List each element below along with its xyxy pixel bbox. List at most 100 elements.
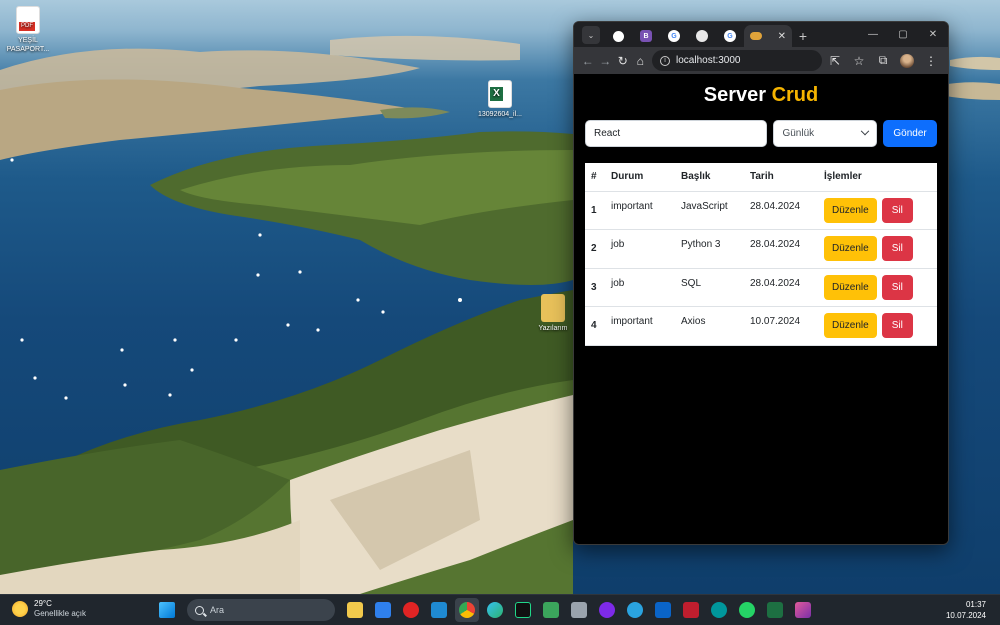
- bootstrap-icon: B: [640, 30, 652, 42]
- table-row: 1 important JavaScript 28.04.2024 Düzenl…: [585, 191, 937, 230]
- title-main: Server: [703, 84, 767, 106]
- bookmark-star-icon[interactable]: ☆: [848, 50, 870, 72]
- page-title: Server Crud: [585, 74, 937, 120]
- row-date: 28.04.2024: [744, 191, 818, 230]
- react-app-icon: [750, 32, 762, 40]
- forward-button[interactable]: →: [598, 50, 614, 72]
- chatgpt-icon: [696, 30, 708, 42]
- tab-search-button[interactable]: ⌄: [582, 26, 600, 44]
- browser-window: ⌄ B G G ✕ + — ▢ ✕ ← → ↻ ⌂ i localhost:30…: [573, 21, 949, 545]
- desktop-icon-pdf[interactable]: YEŞİL PASAPORT...: [0, 6, 56, 54]
- submit-button[interactable]: Gönder: [883, 120, 937, 147]
- desktop-icon-label: YEŞİL PASAPORT...: [6, 37, 50, 53]
- back-button[interactable]: ←: [580, 50, 596, 72]
- delete-button[interactable]: Sil: [881, 274, 913, 300]
- home-button[interactable]: ⌂: [633, 50, 649, 72]
- excel-icon: [488, 80, 512, 108]
- edit-button[interactable]: Düzenle: [824, 274, 877, 300]
- todo-table: # Durum Başlık Tarih İşlemler 1 importan…: [585, 163, 937, 346]
- taskbar-app-green[interactable]: [539, 598, 563, 622]
- table-row: 2 job Python 3 28.04.2024 Düzenle Sil: [585, 229, 937, 269]
- extensions-icon[interactable]: ⧉: [872, 50, 894, 72]
- whatsapp-icon: [739, 602, 755, 618]
- desktop-icon-excel[interactable]: 13092604_il...: [472, 80, 528, 119]
- github-icon: [612, 30, 624, 42]
- row-actions: Düzenle Sil: [818, 229, 937, 269]
- taskbar-filezilla[interactable]: [679, 598, 703, 622]
- system-clock[interactable]: 01:37 10.07.2024: [946, 599, 986, 621]
- table-row: 4 important Axios 10.07.2024 Düzenle Sil: [585, 306, 937, 346]
- taskbar-explorer[interactable]: [343, 598, 367, 622]
- tab-active-localhost[interactable]: ✕: [744, 25, 792, 47]
- taskbar-pycharm[interactable]: [511, 598, 535, 622]
- row-actions: Düzenle Sil: [818, 191, 937, 230]
- weather-widget[interactable]: 29°C Genellikle açık: [12, 599, 86, 619]
- chat-app-icon: [543, 602, 559, 618]
- taskbar-opera[interactable]: [399, 598, 423, 622]
- taskbar-powerapps[interactable]: [791, 598, 815, 622]
- title-accent: Crud: [771, 84, 819, 106]
- store-icon: [375, 602, 391, 618]
- taskbar-search[interactable]: Ara: [187, 599, 335, 621]
- reload-button[interactable]: ↻: [615, 50, 631, 72]
- menu-kebab-icon[interactable]: ⋮: [920, 50, 942, 72]
- maximize-button[interactable]: ▢: [888, 22, 918, 47]
- taskbar-canva[interactable]: [595, 598, 619, 622]
- row-title: Python 3: [675, 229, 744, 269]
- tab-close-icon[interactable]: ✕: [778, 31, 786, 42]
- address-bar[interactable]: i localhost:3000: [652, 50, 822, 71]
- status-select[interactable]: Günlük: [773, 120, 878, 147]
- taskbar-outlook[interactable]: [651, 598, 675, 622]
- chevron-down-icon: [860, 126, 870, 135]
- table-row: 3 job SQL 28.04.2024 Düzenle Sil: [585, 268, 937, 307]
- site-info-icon[interactable]: i: [660, 55, 670, 66]
- delete-button[interactable]: Sil: [881, 236, 913, 262]
- col-header-status: Durum: [605, 163, 675, 192]
- taskbar-database[interactable]: [567, 598, 591, 622]
- col-header-id: #: [585, 163, 605, 192]
- tab-google-2[interactable]: G: [716, 25, 744, 47]
- taskbar-store[interactable]: [371, 598, 395, 622]
- delete-button[interactable]: Sil: [881, 197, 913, 223]
- minimize-button[interactable]: —: [858, 22, 888, 47]
- google-icon: G: [668, 30, 680, 42]
- taskbar-excel[interactable]: [763, 598, 787, 622]
- taskbar-arduino[interactable]: [707, 598, 731, 622]
- row-date: 10.07.2024: [744, 306, 818, 346]
- tab-google-1[interactable]: G: [660, 25, 688, 47]
- taskbar-whatsapp[interactable]: [735, 598, 759, 622]
- edit-button[interactable]: Düzenle: [824, 197, 877, 223]
- tab-github[interactable]: [604, 25, 632, 47]
- tab-strip: ⌄ B G G ✕ +: [574, 22, 814, 47]
- tab-chatgpt[interactable]: [688, 25, 716, 47]
- pycharm-icon: [515, 602, 531, 618]
- power-apps-icon: [795, 602, 811, 618]
- title-input[interactable]: [585, 120, 768, 147]
- row-id: 4: [585, 306, 605, 346]
- todo-form: Günlük Gönder: [585, 120, 937, 147]
- edit-button[interactable]: Düzenle: [824, 313, 877, 339]
- open-in-app-icon[interactable]: ⇱: [824, 50, 846, 72]
- start-button[interactable]: [155, 598, 179, 622]
- profile-button[interactable]: [896, 50, 918, 72]
- row-date: 28.04.2024: [744, 268, 818, 307]
- delete-button[interactable]: Sil: [881, 313, 913, 339]
- browser-titlebar: ⌄ B G G ✕ + — ▢ ✕: [574, 22, 948, 47]
- edge-icon: [487, 602, 503, 618]
- taskbar-telegram[interactable]: [623, 598, 647, 622]
- col-header-actions: İşlemler: [818, 163, 937, 192]
- taskbar-chrome[interactable]: [455, 598, 479, 622]
- desktop-icon-label: 13092604_il...: [478, 111, 522, 118]
- close-window-button[interactable]: ✕: [918, 22, 948, 47]
- row-actions: Düzenle Sil: [818, 306, 937, 346]
- windows-icon: [159, 602, 175, 618]
- taskbar-vscode[interactable]: [427, 598, 451, 622]
- new-tab-button[interactable]: +: [792, 25, 814, 47]
- row-title: Axios: [675, 306, 744, 346]
- taskbar-edge[interactable]: [483, 598, 507, 622]
- tab-bootstrap[interactable]: B: [632, 25, 660, 47]
- pdf-icon: [16, 6, 40, 34]
- row-date: 28.04.2024: [744, 229, 818, 269]
- row-title: SQL: [675, 268, 744, 307]
- edit-button[interactable]: Düzenle: [824, 236, 877, 262]
